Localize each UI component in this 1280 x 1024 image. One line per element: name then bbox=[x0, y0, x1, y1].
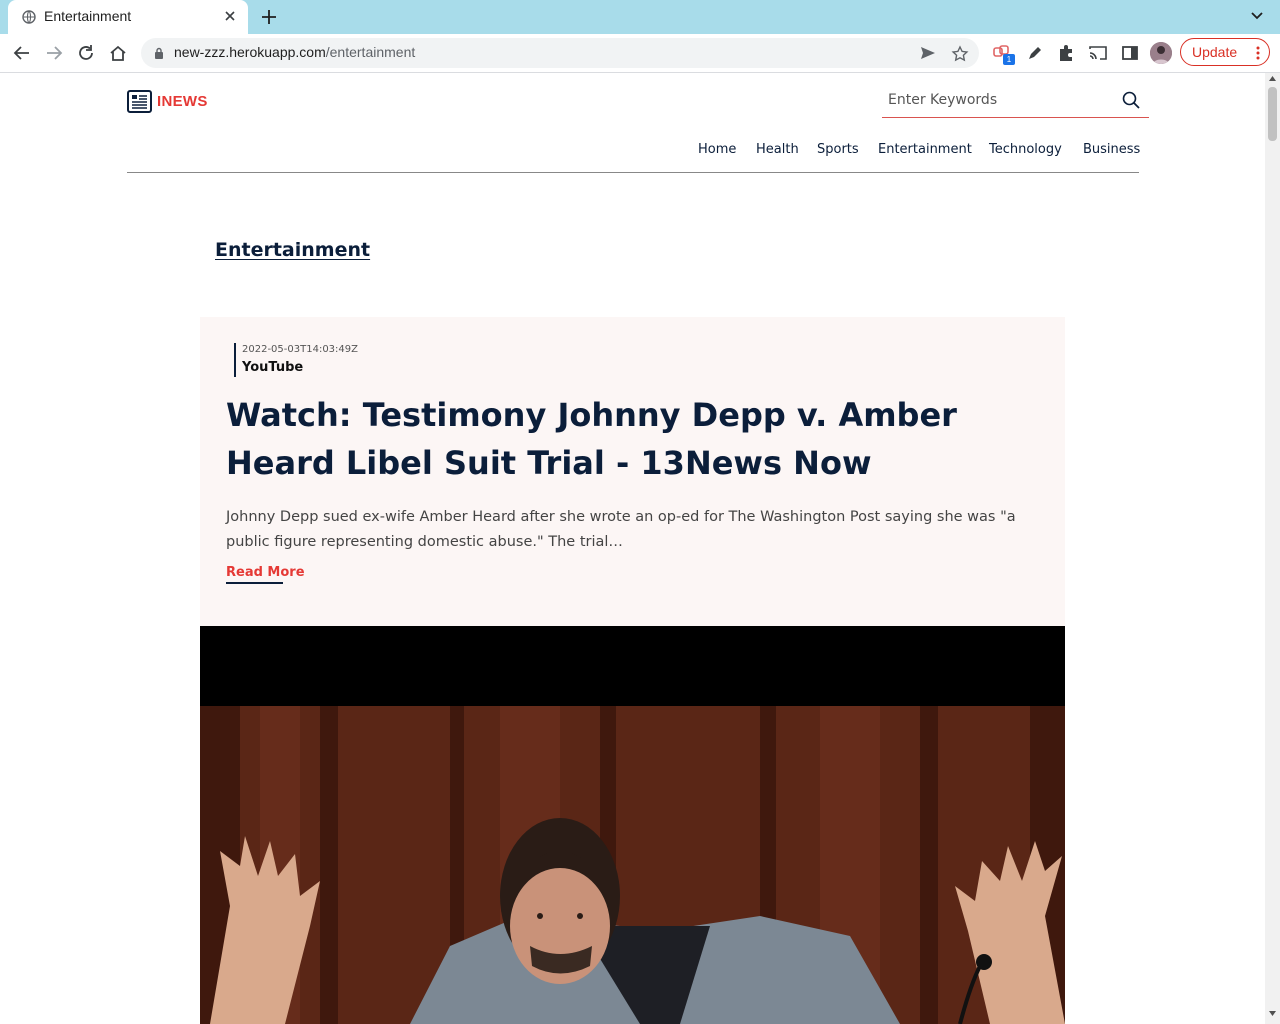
section-title: Entertainment bbox=[215, 239, 371, 261]
home-icon[interactable] bbox=[108, 43, 128, 63]
nav-business[interactable]: Business bbox=[1083, 142, 1140, 157]
scrollbar-thumb[interactable] bbox=[1268, 87, 1277, 141]
page-viewport: INEWS Home Health Sports Entertainment T… bbox=[0, 73, 1265, 1024]
article-headline[interactable]: Watch: Testimony Johnny Depp v. Amber He… bbox=[226, 391, 1046, 487]
nav-health[interactable]: Health bbox=[756, 142, 799, 157]
read-more-underline bbox=[226, 582, 283, 584]
nav-sports[interactable]: Sports bbox=[817, 142, 859, 157]
forward-icon[interactable] bbox=[44, 43, 64, 63]
site-brand[interactable]: INEWS bbox=[157, 93, 208, 110]
send-icon[interactable] bbox=[919, 45, 937, 61]
article-date: 2022-05-03T14:03:49Z bbox=[242, 344, 358, 355]
nav-technology[interactable]: Technology bbox=[989, 142, 1062, 157]
reload-icon[interactable] bbox=[76, 43, 96, 63]
new-tab-icon[interactable] bbox=[260, 8, 278, 26]
url-text[interactable]: new-zzz.herokuapp.com/entertainment bbox=[174, 44, 415, 60]
star-icon[interactable] bbox=[951, 45, 969, 63]
newspaper-logo-icon[interactable] bbox=[127, 89, 152, 114]
scroll-up-icon[interactable] bbox=[1269, 76, 1276, 81]
nav-entertainment[interactable]: Entertainment bbox=[878, 142, 972, 157]
search-input[interactable] bbox=[886, 91, 1110, 109]
more-vert-icon[interactable] bbox=[1256, 46, 1260, 60]
lock-icon[interactable] bbox=[154, 47, 164, 59]
side-panel-icon[interactable] bbox=[1120, 43, 1140, 63]
tab-title: Entertainment bbox=[44, 8, 132, 24]
scroll-down-icon[interactable] bbox=[1269, 1011, 1276, 1016]
cast-icon[interactable] bbox=[1088, 43, 1108, 63]
update-button[interactable]: Update bbox=[1180, 38, 1270, 66]
search-icon[interactable] bbox=[1122, 91, 1140, 109]
page-scrollbar[interactable] bbox=[1265, 73, 1280, 1024]
profile-avatar[interactable] bbox=[1150, 42, 1172, 64]
read-more-link[interactable]: Read More bbox=[226, 565, 305, 580]
article-image[interactable] bbox=[200, 626, 1065, 1024]
browser-toolbar: new-zzz.herokuapp.com/entertainment 1 Up… bbox=[0, 34, 1280, 73]
puzzle-icon[interactable] bbox=[1056, 43, 1076, 63]
browser-tab[interactable]: Entertainment bbox=[8, 0, 248, 34]
article-card: 2022-05-03T14:03:49Z YouTube Watch: Test… bbox=[200, 317, 1065, 626]
globe-icon bbox=[22, 10, 36, 24]
article-excerpt: Johnny Depp sued ex-wife Amber Heard aft… bbox=[226, 509, 1016, 550]
back-icon[interactable] bbox=[12, 43, 32, 63]
extension-badge: 1 bbox=[1003, 54, 1015, 65]
close-icon[interactable] bbox=[224, 10, 236, 22]
header-divider bbox=[127, 172, 1139, 173]
pen-icon[interactable] bbox=[1025, 43, 1045, 63]
nav-home[interactable]: Home bbox=[698, 142, 736, 157]
chevron-down-icon[interactable] bbox=[1250, 11, 1264, 21]
browser-tab-strip: Entertainment bbox=[0, 0, 1280, 34]
article-source: YouTube bbox=[242, 360, 304, 375]
meta-divider bbox=[234, 343, 236, 377]
address-bar[interactable]: new-zzz.herokuapp.com/entertainment bbox=[141, 38, 979, 68]
search-box bbox=[882, 85, 1149, 118]
